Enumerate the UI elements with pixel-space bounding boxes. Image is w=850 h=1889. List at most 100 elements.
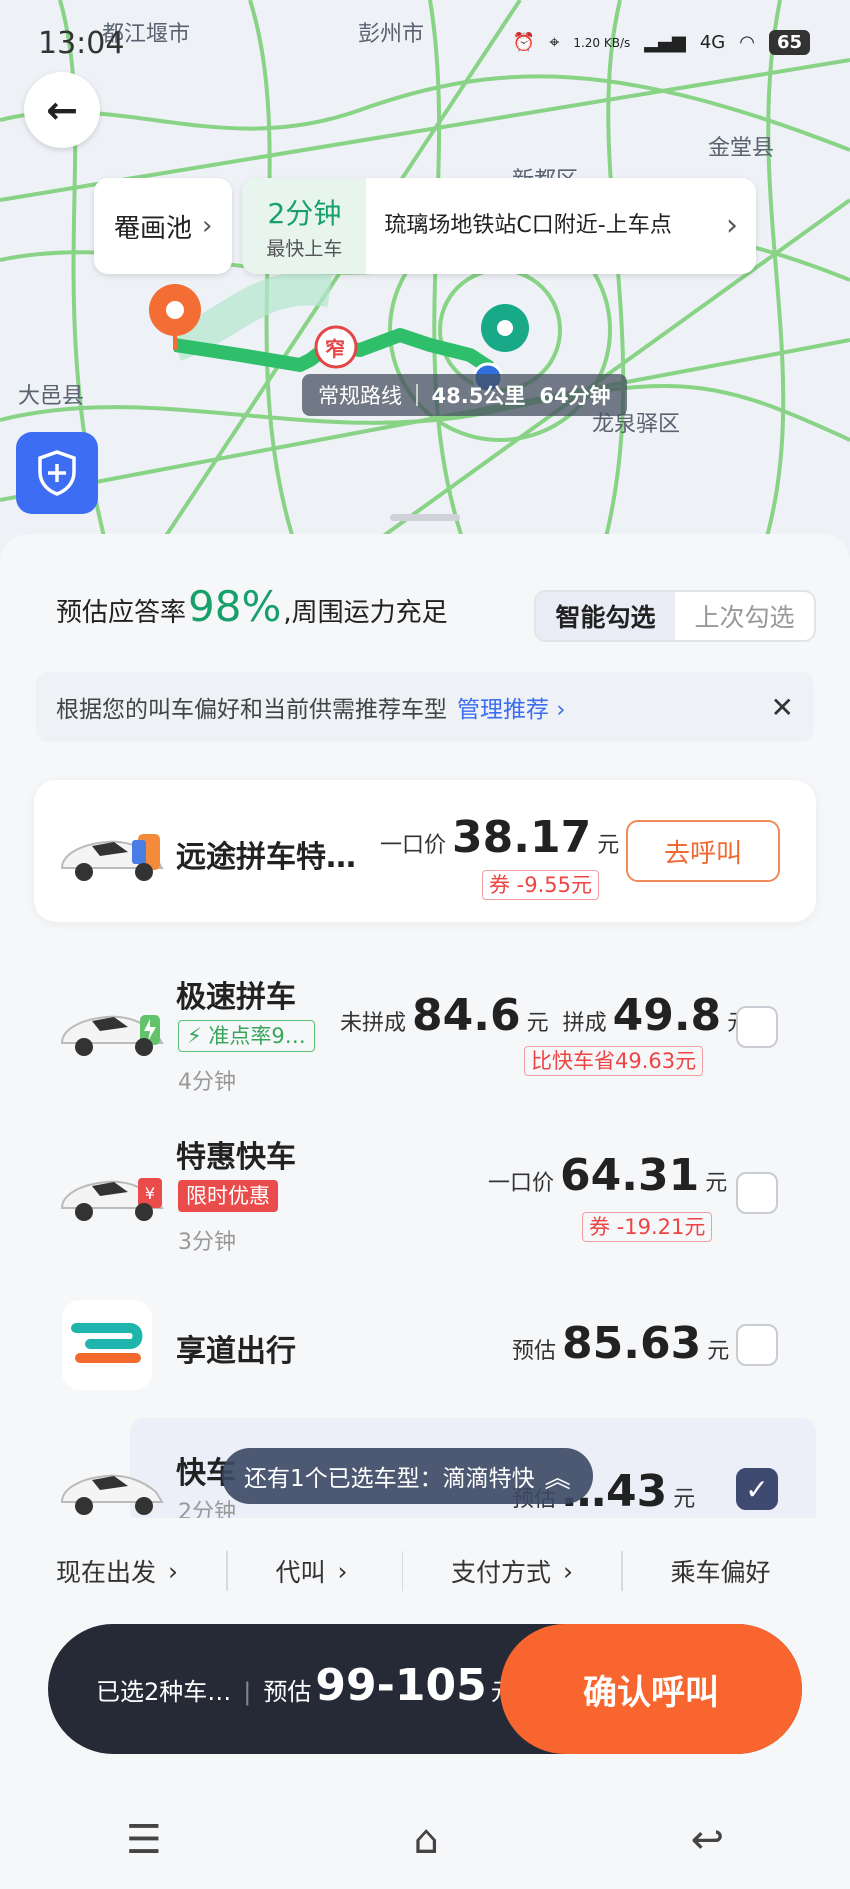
- option-payment[interactable]: 支付方式 ›: [451, 1553, 573, 1589]
- pickup-address: 琉璃场地铁站C口附近-上车点: [384, 213, 672, 238]
- estimate-prefix: 预估: [263, 1678, 312, 1706]
- pickup-bar: 罨画池 › 2分钟 最快上车 琉璃场地铁站C口附近-上车点 ›: [94, 178, 756, 274]
- lightning-icon: ⚡: [187, 1024, 209, 1048]
- option-label: 代叫: [275, 1558, 326, 1587]
- route-tag[interactable]: 常规路线 48.5公里 64分钟: [302, 374, 627, 416]
- unmatched-label: 未拼成: [340, 1011, 407, 1036]
- car-icon: ¥: [60, 1178, 164, 1221]
- ride-name: 特惠快车: [176, 1140, 296, 1175]
- ride-price: 一口价 38.17 元: [380, 812, 619, 863]
- car-icon: [60, 1474, 164, 1515]
- limited-offer-tag: 限时优惠: [178, 1180, 278, 1212]
- tag-text: 准点率9…: [208, 1024, 306, 1048]
- ride-eta: 3分钟: [178, 1230, 236, 1255]
- option-label: 乘车偏好: [670, 1558, 771, 1587]
- drag-handle[interactable]: [390, 514, 460, 521]
- option-depart-now[interactable]: 现在出发 ›: [56, 1553, 178, 1589]
- route-label: 常规路线: [318, 384, 402, 408]
- chevron-right-icon: ›: [168, 1556, 179, 1586]
- confirm-call-button[interactable]: 确认呼叫: [500, 1624, 802, 1754]
- price-value: 64.31: [560, 1150, 700, 1201]
- ride-price: 预估 85.63 元: [512, 1318, 729, 1369]
- option-ride-preference[interactable]: 乘车偏好: [671, 1553, 771, 1589]
- status-time: 13:04: [38, 26, 125, 61]
- home-icon[interactable]: ⌂: [413, 1817, 438, 1863]
- ride-price: 一口价 64.31 元: [488, 1150, 727, 1201]
- rate-value: 98%: [188, 582, 282, 631]
- ride-price: 未拼成 84.6 元 拼成 49.8 元: [340, 990, 749, 1041]
- ride-checkbox[interactable]: [736, 1324, 778, 1366]
- car-icon: [60, 1015, 164, 1056]
- signal-icon: ▂▄▆: [644, 32, 686, 53]
- map-label: 大邑县: [18, 384, 85, 409]
- back-button[interactable]: ←: [24, 72, 100, 148]
- option-proxy-call[interactable]: 代叫 ›: [276, 1553, 348, 1589]
- selected-more-toast[interactable]: 还有1个已选车型：滴滴特快 ︽: [222, 1448, 593, 1504]
- chevron-right-icon: ›: [202, 211, 213, 241]
- pickup-point-card[interactable]: 2分钟 最快上车 琉璃场地铁站C口附近-上车点 ›: [242, 178, 756, 274]
- ride-checkbox[interactable]: ✓: [736, 1468, 778, 1510]
- system-nav-bar: ☰ ⌂ ↩: [0, 1790, 850, 1889]
- price-unit: 元: [597, 833, 620, 858]
- matched-label: 拼成: [562, 1011, 607, 1036]
- ride-eta: 4分钟: [178, 1070, 236, 1095]
- pickup-eta-caption: 最快上车: [266, 237, 343, 260]
- close-icon[interactable]: ✕: [771, 691, 794, 724]
- ride-checkbox[interactable]: [736, 1006, 778, 1048]
- pickup-eta: 2分钟: [267, 196, 342, 230]
- menu-icon[interactable]: ☰: [126, 1817, 162, 1863]
- price-prefix: 一口价: [380, 833, 447, 858]
- manage-recommend-link[interactable]: 管理推荐 ›: [457, 690, 566, 724]
- rate-prefix: 预估应答率: [56, 598, 187, 628]
- divider: [621, 1551, 623, 1591]
- location-icon: ⌖: [549, 32, 560, 53]
- order-summary[interactable]: 已选2种车… | 预估 99-105 元: [96, 1660, 515, 1711]
- arrow-left-icon: ←: [46, 88, 78, 132]
- net-speed: 1.20 KB/s: [573, 35, 631, 50]
- battery-level: 65: [768, 30, 810, 55]
- origin-chip[interactable]: 罨画池 ›: [94, 178, 233, 274]
- car-icon: [60, 834, 164, 881]
- toast-text: 还有1个已选车型：滴滴特快: [244, 1466, 535, 1492]
- back-icon[interactable]: ↩: [691, 1817, 725, 1863]
- svg-text:¥: ¥: [145, 1184, 155, 1203]
- recommend-notice: 根据您的叫车偏好和当前供需推荐车型 管理推荐 › ✕: [36, 672, 814, 742]
- coupon-badge: 券 -19.21元: [582, 1212, 713, 1242]
- ride-name: 极速拼车: [176, 980, 296, 1015]
- options-row: 现在出发 › 代叫 › 支付方式 › 乘车偏好: [0, 1518, 850, 1624]
- selection-mode-toggle: 智能勾选 上次勾选: [534, 590, 816, 642]
- route-duration: 64分钟: [539, 384, 611, 408]
- chevron-right-icon: ›: [726, 208, 738, 243]
- status-bar: 13:04 ⏰ ⌖ 1.20 KB/s ▂▄▆ 4G ◠ 65: [0, 0, 850, 90]
- origin-label: 罨画池: [114, 213, 193, 244]
- unmatched-price: 84.6: [412, 990, 521, 1041]
- matched-price: 49.8: [612, 990, 722, 1041]
- tab-last-select[interactable]: 上次勾选: [675, 592, 814, 640]
- price-unit: 元: [673, 1487, 696, 1512]
- tab-smart-select[interactable]: 智能勾选: [536, 592, 675, 640]
- price-unit: 元: [526, 1011, 549, 1036]
- coupon-badge: 券 -9.55元: [482, 870, 600, 900]
- ride-checkbox[interactable]: [736, 1172, 778, 1214]
- divider: [226, 1551, 228, 1591]
- narrow-road-marker: 窄: [325, 337, 345, 361]
- signal-type: 4G: [699, 32, 726, 53]
- rate-suffix: ,周围运力充足: [283, 598, 448, 628]
- divider: [401, 1551, 404, 1591]
- price-unit: 元: [705, 1171, 728, 1196]
- check-icon: ✓: [745, 1472, 769, 1506]
- safety-shield-button[interactable]: [16, 432, 98, 514]
- price-unit: 元: [707, 1339, 730, 1364]
- notice-text: 根据您的叫车偏好和当前供需推荐车型: [56, 697, 447, 723]
- chevron-right-icon: ›: [563, 1556, 574, 1586]
- estimate-range: 99-105: [315, 1660, 487, 1711]
- wifi-icon: ◠: [739, 32, 755, 53]
- saving-badge: 比快车省49.63元: [524, 1046, 704, 1076]
- xiangdao-logo: [62, 1300, 152, 1390]
- price-value: 85.63: [562, 1318, 702, 1369]
- call-now-button[interactable]: 去呼叫: [626, 820, 780, 882]
- price-prefix: 预估: [512, 1339, 557, 1364]
- option-label: 现在出发: [56, 1558, 157, 1587]
- ride-name: 享道出行: [176, 1334, 296, 1369]
- chevron-up-icon: ︽: [544, 1463, 571, 1494]
